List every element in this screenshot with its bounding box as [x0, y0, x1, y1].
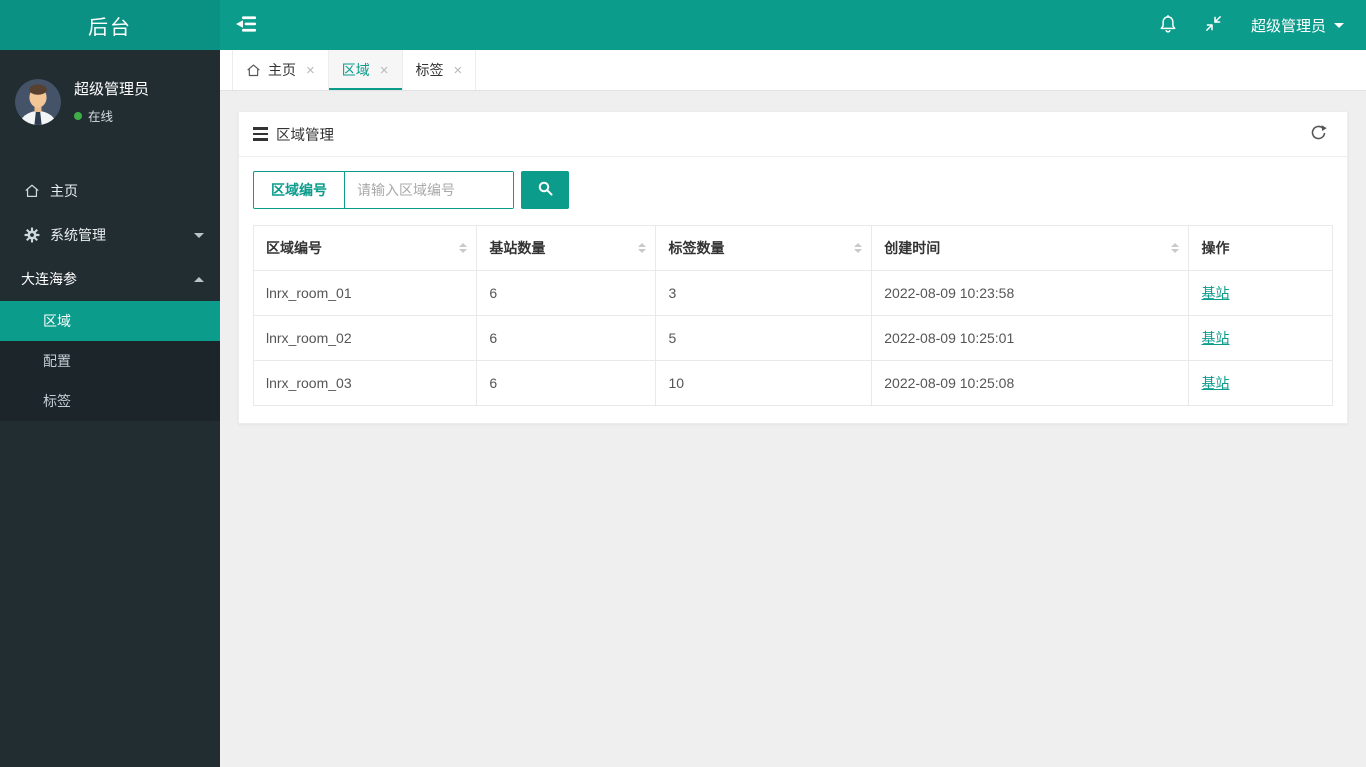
- sidebar-user-status: 在线: [74, 106, 149, 125]
- tab-label: 区域: [341, 62, 370, 78]
- tab-bar: 主页 × 区域 × 标签 ×: [220, 50, 1366, 91]
- sidebar: 超级管理员 在线 主页 系统管理 大连海参 区域 配置 标签: [0, 50, 220, 767]
- cell-tag-count: 3: [655, 270, 873, 316]
- region-table: 区域编号 基站数量 标签数量 创建时间 操作 lnrx_room_01 6 3 …: [252, 225, 1333, 406]
- region-management-card: 区域管理 区域编号 请输入区域编号 区域编号 基站数量 标签数量 创建时间 操作…: [238, 111, 1348, 424]
- sidebar-collapse-icon: [235, 15, 257, 36]
- home-icon: [246, 63, 261, 78]
- sort-icon[interactable]: [854, 243, 863, 253]
- topbar: 后台 超级管理员: [0, 0, 1366, 50]
- sort-icon[interactable]: [638, 243, 647, 253]
- search-row: 区域编号: [253, 171, 1333, 209]
- base-station-link[interactable]: 基站: [1201, 330, 1229, 346]
- bell-icon: [1158, 14, 1178, 37]
- sort-icon[interactable]: [1171, 243, 1180, 253]
- search-icon: [537, 180, 554, 200]
- chevron-down-icon: [194, 232, 204, 238]
- sidebar-item-label: 标签: [43, 393, 71, 409]
- tab-label: 主页: [268, 62, 296, 78]
- cell-region-id: lnrx_room_02: [252, 315, 478, 361]
- tab-tag[interactable]: 标签 ×: [402, 50, 477, 90]
- topbar-main: 超级管理员: [220, 0, 1366, 50]
- close-icon[interactable]: ×: [306, 63, 315, 78]
- cell-base-stations: 6: [476, 315, 657, 361]
- sidebar-item-label: 主页: [50, 183, 78, 199]
- sidebar-item-label: 大连海参: [21, 271, 77, 287]
- table-header-row: 区域编号 基站数量 标签数量 创建时间 操作: [252, 225, 1333, 271]
- sidebar-item-dalian-haishen[interactable]: 大连海参: [0, 257, 220, 301]
- search-input-group: 区域编号: [253, 171, 514, 209]
- cell-tag-count: 10: [655, 360, 873, 406]
- online-status-label: 在线: [88, 110, 114, 124]
- column-header-tag-count[interactable]: 标签数量: [655, 225, 873, 271]
- compress-icon: [1204, 14, 1223, 36]
- base-station-link[interactable]: 基站: [1201, 285, 1229, 301]
- base-station-link[interactable]: 基站: [1201, 375, 1229, 391]
- fullscreen-button[interactable]: [1191, 0, 1237, 50]
- sidebar-user-name: 超级管理员: [74, 81, 150, 98]
- cell-created-at: 2022-08-09 10:25:08: [871, 360, 1190, 406]
- sidebar-item-label: 配置: [43, 353, 71, 369]
- sidebar-item-tag[interactable]: 标签: [0, 381, 220, 421]
- online-dot-icon: [74, 111, 82, 120]
- cell-base-stations: 6: [476, 270, 657, 316]
- column-header-created-at[interactable]: 创建时间: [871, 225, 1190, 271]
- sidebar-item-region[interactable]: 区域: [0, 301, 220, 341]
- cell-tag-count: 5: [655, 315, 873, 361]
- content-area: 区域管理 区域编号 请输入区域编号 区域编号 基站数量 标签数量 创建时间 操作…: [220, 91, 1366, 444]
- column-header-base-stations[interactable]: 基站数量: [476, 225, 657, 271]
- home-icon: [23, 183, 41, 199]
- sidebar-submenu: 区域 配置 标签: [0, 301, 220, 421]
- cell-base-stations: 6: [476, 360, 657, 406]
- column-header-region-id[interactable]: 区域编号: [252, 225, 478, 271]
- cell-region-id: lnrx_room_03: [252, 360, 478, 406]
- table-row: lnrx_room_03 6 10 2022-08-09 10:25:08 基站: [252, 360, 1333, 406]
- search-input[interactable]: [345, 172, 513, 208]
- cell-created-at: 2022-08-09 10:25:01: [871, 315, 1190, 361]
- table-row: lnrx_room_02 6 5 2022-08-09 10:25:01 基站: [252, 315, 1333, 361]
- tab-region[interactable]: 区域 ×: [328, 50, 403, 90]
- user-dropdown-label: 超级管理员: [1250, 17, 1326, 35]
- close-icon[interactable]: ×: [454, 63, 463, 78]
- sidebar-item-system-management[interactable]: 系统管理: [0, 213, 220, 257]
- chevron-up-icon: [194, 276, 204, 282]
- notifications-button[interactable]: [1145, 0, 1191, 50]
- main-area: 主页 × 区域 × 标签 × 区域管理 区域编号 请输入区域编号 区域编号 基站…: [220, 50, 1366, 767]
- tab-home[interactable]: 主页 ×: [232, 50, 329, 90]
- card-body: 区域编号 请输入区域编号 区域编号 基站数量 标签数量 创建时间 操作 lnrx…: [239, 157, 1347, 423]
- sidebar-toggle-button[interactable]: [220, 0, 272, 50]
- list-icon: [253, 127, 268, 141]
- sidebar-menu: 主页 系统管理 大连海参 区域 配置 标签: [0, 169, 220, 421]
- card-title: 区域管理: [276, 127, 334, 144]
- sidebar-item-config[interactable]: 配置: [0, 341, 220, 381]
- refresh-icon: [1309, 123, 1328, 145]
- sidebar-user-panel: 超级管理员 在线: [0, 50, 220, 155]
- user-dropdown[interactable]: 超级管理员: [1237, 0, 1366, 50]
- search-button[interactable]: [521, 171, 569, 209]
- cell-region-id: lnrx_room_01: [252, 270, 478, 316]
- search-field-selector[interactable]: 区域编号: [254, 172, 345, 208]
- table-row: lnrx_room_01 6 3 2022-08-09 10:23:58 基站: [252, 270, 1333, 316]
- cell-created-at: 2022-08-09 10:23:58: [871, 270, 1190, 316]
- sidebar-item-label: 区域: [43, 313, 71, 329]
- card-header: 区域管理: [239, 112, 1347, 157]
- sidebar-item-home[interactable]: 主页: [0, 169, 220, 213]
- chevron-down-icon: [1334, 22, 1344, 28]
- close-icon[interactable]: ×: [380, 63, 389, 78]
- refresh-button[interactable]: [1303, 119, 1333, 149]
- gear-icon: [23, 227, 41, 243]
- column-header-actions: 操作: [1188, 225, 1333, 271]
- tab-label: 标签: [415, 62, 444, 78]
- sort-icon[interactable]: [459, 243, 468, 253]
- app-logo: 后台: [0, 0, 220, 50]
- avatar: [15, 78, 61, 125]
- sidebar-item-label: 系统管理: [50, 227, 106, 243]
